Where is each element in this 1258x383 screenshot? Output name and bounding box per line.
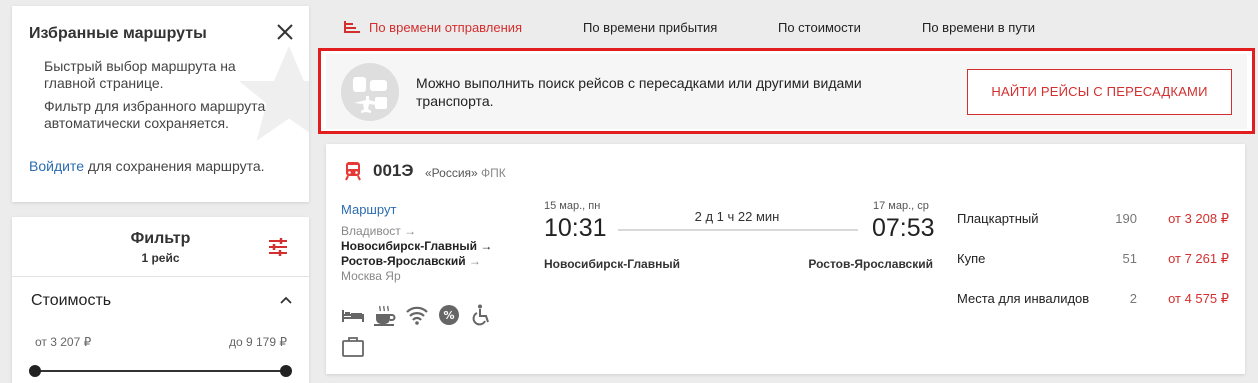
favorites-card: Избранные маршруты Быстрый выбор маршрут… — [12, 6, 309, 202]
route-destination: Москва Яр — [341, 269, 401, 283]
login-link[interactable]: Войдите — [29, 158, 84, 174]
seat-class-row[interactable]: Места для инвалидов 2 от 4 575 ₽ — [957, 291, 1229, 311]
bed-icon — [342, 310, 364, 322]
filter-settings-icon[interactable] — [268, 238, 288, 256]
departure-time: 10:31 — [544, 214, 607, 242]
route-from: Новосибирск-Главный → — [341, 239, 493, 253]
wifi-icon — [406, 306, 428, 325]
seat-type: Плацкартный — [957, 211, 1039, 226]
train-name: «Россия» — [425, 166, 478, 180]
login-text: для сохранения маршрута. — [83, 158, 265, 174]
luggage-icon — [342, 337, 364, 357]
seat-class-row[interactable]: Плацкартный 190 от 3 208 ₽ — [957, 211, 1229, 231]
filter-card: Фильтр 1 рейс Стоимость от 3 207 ₽ до 9 … — [12, 217, 309, 383]
seat-type: Купе — [957, 251, 986, 266]
seat-count: 190 — [1115, 211, 1137, 226]
arrival-station: Ростов-Ярославский — [808, 257, 933, 271]
seat-type: Места для инвалидов — [957, 291, 1090, 306]
cost-section-title[interactable]: Стоимость — [31, 292, 111, 310]
find-transfer-routes-button[interactable]: НАЙТИ РЕЙСЫ С ПЕРЕСАДКАМИ — [967, 69, 1232, 115]
close-icon[interactable] — [275, 22, 295, 42]
price-range-from: от 3 207 ₽ — [35, 335, 92, 349]
seat-price[interactable]: от 7 261 ₽ — [1168, 251, 1229, 267]
filter-header: Фильтр 1 рейс — [12, 217, 309, 277]
seat-class-row[interactable]: Купе 51 от 7 261 ₽ — [957, 251, 1229, 271]
discount-icon: % — [439, 305, 459, 325]
sort-by-price[interactable]: По стоимости — [778, 20, 861, 35]
filter-count: 1 рейс — [141, 251, 180, 265]
favorites-text-filter: Фильтр для избранного маршрута автоматич… — [44, 98, 266, 131]
coffee-icon — [374, 305, 396, 326]
transfer-banner-text: Можно выполнить поиск рейсов с пересадка… — [416, 75, 862, 109]
favorites-text-quick: Быстрый выбор маршрута на главной страни… — [44, 58, 236, 91]
route-stops: Владивост → Новосибирск-Главный → Ростов… — [341, 224, 521, 284]
train-brand: «Россия» ФПК — [425, 166, 506, 180]
price-range-min-handle[interactable] — [29, 365, 41, 377]
sort-by-departure[interactable]: По времени отправления — [369, 20, 522, 35]
price-range-max-handle[interactable] — [280, 365, 292, 377]
travel-duration: 2 д 1 ч 22 мин — [694, 209, 780, 224]
arrival-date: 17 мар., ср — [873, 200, 929, 212]
star-watermark-icon — [239, 46, 309, 141]
train-card: 001Э «Россия» ФПК Маршрут Владивост → Но… — [326, 144, 1245, 374]
departure-date: 15 мар., пн — [544, 200, 601, 212]
train-carrier: ФПК — [481, 166, 506, 180]
sort-by-travel-time[interactable]: По времени в пути — [922, 20, 1035, 35]
route-to: Ростов-Ярославский — [341, 254, 466, 268]
route-origin: Владивост → — [341, 224, 417, 238]
departure-station: Новосибирск-Главный — [544, 257, 680, 271]
chevron-up-icon[interactable] — [279, 293, 293, 307]
wheelchair-icon — [472, 304, 489, 326]
price-range-track[interactable] — [35, 370, 287, 372]
seat-price[interactable]: от 3 208 ₽ — [1168, 211, 1229, 227]
transfer-banner-body: Можно выполнить поиск рейсов с пересадка… — [326, 54, 1247, 129]
arrival-time: 07:53 — [872, 214, 935, 242]
favorites-title: Избранные маршруты — [29, 25, 207, 42]
seat-price[interactable]: от 4 575 ₽ — [1168, 291, 1229, 307]
duration-line — [618, 229, 858, 231]
route-link[interactable]: Маршрут — [341, 202, 396, 217]
seat-count: 2 — [1129, 291, 1137, 306]
sort-bar: По времени отправления По времени прибыт… — [344, 20, 1244, 38]
sort-icon — [344, 21, 360, 33]
seat-count: 51 — [1122, 251, 1137, 266]
transfer-banner: Можно выполнить поиск рейсов с пересадка… — [318, 48, 1255, 134]
multimodal-transport-icon — [341, 63, 399, 121]
route-to-arrow: → — [465, 254, 481, 268]
filter-title: Фильтр — [130, 230, 191, 247]
train-number[interactable]: 001Э — [373, 161, 413, 181]
login-line: Войдите для сохранения маршрута. — [29, 158, 265, 174]
train-icon — [345, 162, 361, 181]
svg-text:%: % — [443, 309, 454, 322]
price-range-to: до 9 179 ₽ — [228, 335, 287, 349]
sort-by-arrival[interactable]: По времени прибытия — [583, 20, 717, 35]
